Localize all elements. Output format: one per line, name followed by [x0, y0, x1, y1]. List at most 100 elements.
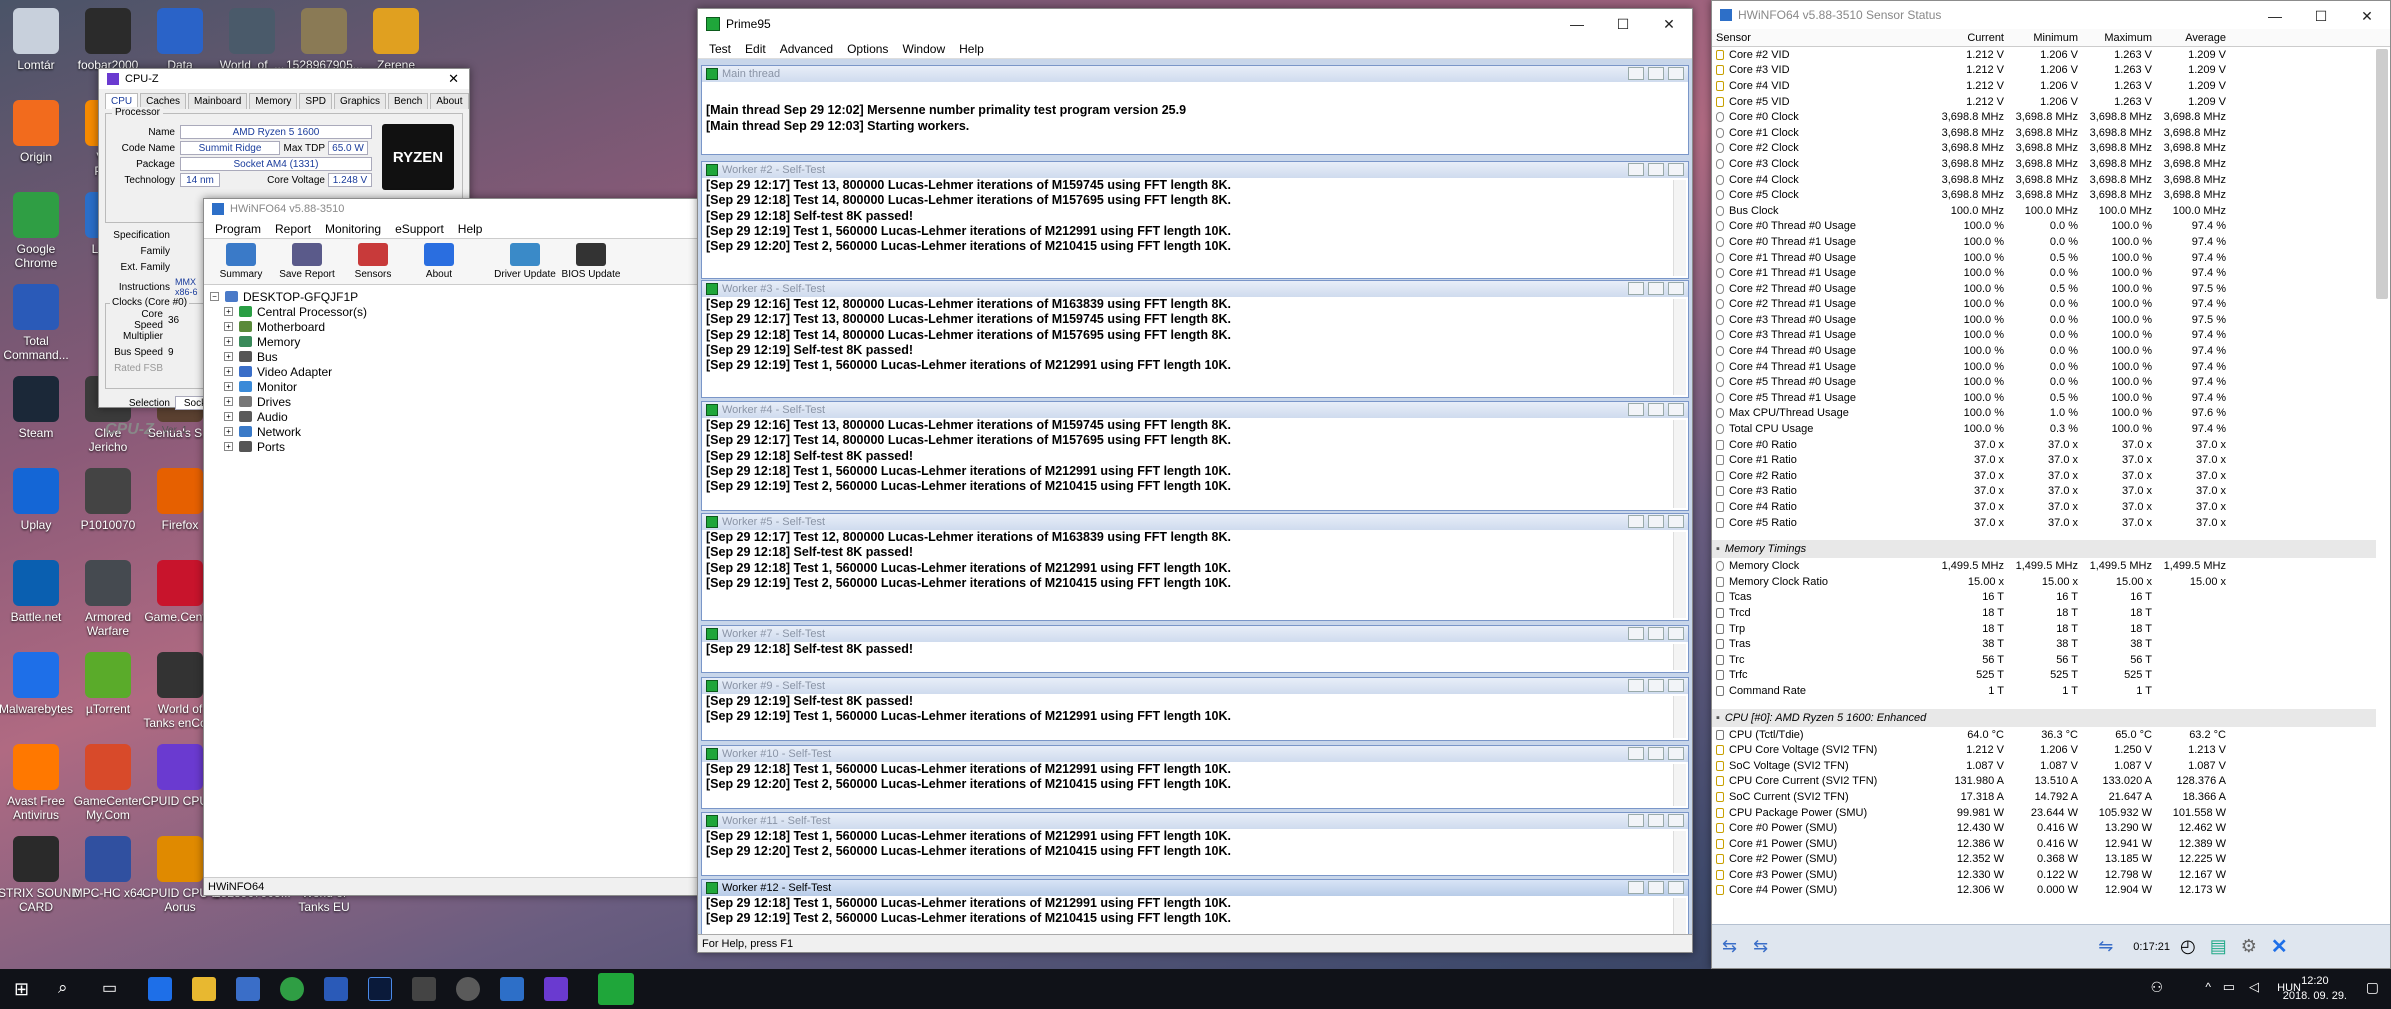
- worker-titlebar[interactable]: Worker #2 - Self-Test: [702, 162, 1688, 178]
- restore-icon[interactable]: [1648, 515, 1664, 528]
- desktop-icon[interactable]: Armored Warfare: [70, 560, 146, 638]
- close-icon[interactable]: [1668, 67, 1684, 80]
- tab-graphics[interactable]: Graphics: [333, 93, 386, 109]
- menu-window[interactable]: Window: [895, 42, 952, 56]
- menu-program[interactable]: Program: [208, 222, 268, 236]
- tray-chevron-icon[interactable]: ^: [2205, 980, 2211, 994]
- minimize-icon[interactable]: [1628, 163, 1644, 176]
- desktop-icon[interactable]: Uplay: [0, 468, 74, 532]
- menu-advanced[interactable]: Advanced: [773, 42, 840, 56]
- sensor-row[interactable]: CPU Package Power (SMU) 99.981 W 23.644 W 1…: [1712, 805, 2376, 821]
- media-icon[interactable]: [456, 977, 480, 1001]
- sensor-row[interactable]: CPU (Tctl/Tdie) 64.0 °C 36.3 °C 65.0 °C 63.2…: [1712, 727, 2376, 743]
- close-icon[interactable]: [1668, 679, 1684, 692]
- tree-root[interactable]: − DESKTOP-GFQJF1P: [210, 289, 693, 304]
- sensor-row[interactable]: Core #1 Clock 3,698.8 MHz 3,698.8 MHz 3,698…: [1712, 125, 2376, 141]
- sensor-row[interactable]: Memory Clock Ratio 15.00 x 15.00 x 15.00 x 1…: [1712, 574, 2376, 590]
- clock[interactable]: 12:20 2018. 09. 29.: [2283, 974, 2347, 1004]
- sensor-row[interactable]: Core #0 Clock 3,698.8 MHz 3,698.8 MHz 3,698…: [1712, 109, 2376, 125]
- file-explorer-icon[interactable]: [192, 977, 216, 1001]
- sensor-row[interactable]: Core #4 Power (SMU) 12.306 W 0.000 W 12.904…: [1712, 883, 2376, 899]
- sensor-row[interactable]: Core #4 Clock 3,698.8 MHz 3,698.8 MHz 3,698…: [1712, 172, 2376, 188]
- expand-icon[interactable]: +: [224, 337, 233, 346]
- hwinfo-titlebar[interactable]: HWiNFO64 v5.88-3510: [204, 199, 699, 219]
- column-header[interactable]: Average: [2154, 32, 2228, 44]
- save-report-button[interactable]: Save Report: [276, 243, 338, 280]
- column-header[interactable]: Sensor: [1712, 32, 1932, 44]
- notification-icon[interactable]: ▢: [2366, 979, 2379, 996]
- sensor-group-header[interactable]: ▪ Memory Timings: [1712, 540, 2376, 559]
- network-icon[interactable]: ⇋: [2098, 936, 2113, 957]
- column-header[interactable]: Maximum: [2080, 32, 2154, 44]
- minimize-icon[interactable]: [1628, 282, 1644, 295]
- menu-report[interactable]: Report: [268, 222, 318, 236]
- restore-icon[interactable]: [1648, 403, 1664, 416]
- sensor-row[interactable]: Core #2 Ratio 37.0 x 37.0 x 37.0 x 37.0 x: [1712, 468, 2376, 484]
- expand-icon[interactable]: +: [224, 442, 233, 451]
- restore-icon[interactable]: [1648, 627, 1664, 640]
- desktop-icon[interactable]: Avast Free Antivirus: [0, 744, 74, 822]
- prime95-worker-window[interactable]: Worker #11 - Self-Test [Sep 29 12:18] Tes…: [701, 812, 1689, 876]
- minimize-icon[interactable]: —: [2252, 1, 2298, 31]
- expand-icon[interactable]: +: [224, 352, 233, 361]
- worker-titlebar[interactable]: Worker #4 - Self-Test: [702, 402, 1688, 418]
- sensor-row[interactable]: Trc 56 T 56 T 56 T: [1712, 652, 2376, 668]
- worker-scrollbar[interactable]: [1673, 831, 1686, 873]
- desktop-icon[interactable]: Total Command...: [0, 284, 74, 362]
- desktop-icon[interactable]: P1010070: [70, 468, 146, 532]
- desktop-icon[interactable]: µTorrent: [70, 652, 146, 716]
- chrome-icon[interactable]: [280, 977, 304, 1001]
- minimize-icon[interactable]: [1628, 403, 1644, 416]
- desktop-icon[interactable]: World_of_...: [214, 8, 290, 72]
- sensor-row[interactable]: Core #4 Thread #1 Usage 100.0 % 0.0 % 100.0…: [1712, 359, 2376, 375]
- worker-titlebar[interactable]: Worker #10 - Self-Test: [702, 746, 1688, 762]
- sensor-row[interactable]: Core #1 Thread #1 Usage 100.0 % 0.0 % 100.0…: [1712, 265, 2376, 281]
- collapse-icon[interactable]: −: [210, 292, 219, 301]
- hwinfo-sensors-window[interactable]: HWiNFO64 v5.88-3510 Sensor Status — ☐ ✕ …: [1711, 0, 2391, 969]
- restore-icon[interactable]: [1648, 814, 1664, 827]
- restore-icon[interactable]: [1648, 881, 1664, 894]
- sensor-row[interactable]: Bus Clock 100.0 MHz 100.0 MHz 100.0 MHz 100.…: [1712, 203, 2376, 219]
- menu-esupport[interactable]: eSupport: [388, 222, 451, 236]
- desktop-icon[interactable]: 1528967905...: [286, 8, 363, 72]
- volume-icon[interactable]: ◁: [2249, 979, 2259, 995]
- sensor-row[interactable]: Tcas 16 T 16 T 16 T: [1712, 590, 2376, 606]
- sensor-row[interactable]: Core #0 Thread #0 Usage 100.0 % 0.0 % 100.0…: [1712, 219, 2376, 235]
- worker-titlebar[interactable]: Worker #12 - Self-Test: [702, 880, 1688, 896]
- expand-icon[interactable]: +: [224, 307, 233, 316]
- nav-right-icon[interactable]: ⇆: [1753, 936, 1768, 957]
- network-tray-icon[interactable]: ▭: [2223, 979, 2235, 995]
- summary-button[interactable]: Summary: [210, 243, 272, 280]
- worker-titlebar[interactable]: Worker #3 - Self-Test: [702, 281, 1688, 297]
- minimize-icon[interactable]: [1628, 814, 1644, 827]
- nav-left-icon[interactable]: ⇆: [1722, 936, 1737, 957]
- desktop-icon[interactable]: MPC-HC x64: [70, 836, 146, 900]
- hwinfo-taskbar-icon[interactable]: [500, 977, 524, 1001]
- prime95-worker-window[interactable]: Worker #5 - Self-Test [Sep 29 12:17] Test…: [701, 513, 1689, 621]
- menu-edit[interactable]: Edit: [738, 42, 773, 56]
- sensor-row[interactable]: Core #0 Power (SMU) 12.430 W 0.416 W 13.290…: [1712, 820, 2376, 836]
- menu-options[interactable]: Options: [840, 42, 895, 56]
- desktop-icon[interactable]: Data: [142, 8, 218, 72]
- sensor-row[interactable]: Core #1 Thread #0 Usage 100.0 % 0.5 % 100.0…: [1712, 250, 2376, 266]
- tab-about[interactable]: About: [430, 93, 469, 109]
- close-icon[interactable]: [1668, 515, 1684, 528]
- tree-item[interactable]: + Central Processor(s): [224, 304, 693, 319]
- sensors-titlebar[interactable]: HWiNFO64 v5.88-3510 Sensor Status — ☐ ✕: [1712, 1, 2390, 29]
- close-icon[interactable]: ✕: [2344, 1, 2390, 31]
- menu-help[interactable]: Help: [952, 42, 991, 56]
- prime95-worker-window[interactable]: Worker #12 - Self-Test [Sep 29 12:18] Tes…: [701, 879, 1689, 939]
- prime95-worker-window[interactable]: Worker #4 - Self-Test [Sep 29 12:16] Test…: [701, 401, 1689, 511]
- worker-titlebar[interactable]: Worker #9 - Self-Test: [702, 678, 1688, 694]
- desktop-icon[interactable]: Steam: [0, 376, 74, 440]
- store-icon[interactable]: [236, 977, 260, 1001]
- desktop-icon[interactable]: GameCenter My.Com: [70, 744, 146, 822]
- desktop-icon[interactable]: Lomtár: [0, 8, 74, 72]
- worker-scrollbar[interactable]: [1673, 299, 1686, 395]
- cpuz-taskbar-icon[interactable]: [544, 977, 568, 1001]
- prime95-worker-window[interactable]: Worker #3 - Self-Test [Sep 29 12:16] Test…: [701, 280, 1689, 398]
- sensor-row[interactable]: Trp 18 T 18 T 18 T: [1712, 621, 2376, 637]
- tree-item[interactable]: + Bus: [224, 349, 693, 364]
- sensor-row[interactable]: Command Rate 1 T 1 T 1 T: [1712, 683, 2376, 699]
- sensor-row[interactable]: Core #5 Ratio 37.0 x 37.0 x 37.0 x 37.0 x: [1712, 515, 2376, 531]
